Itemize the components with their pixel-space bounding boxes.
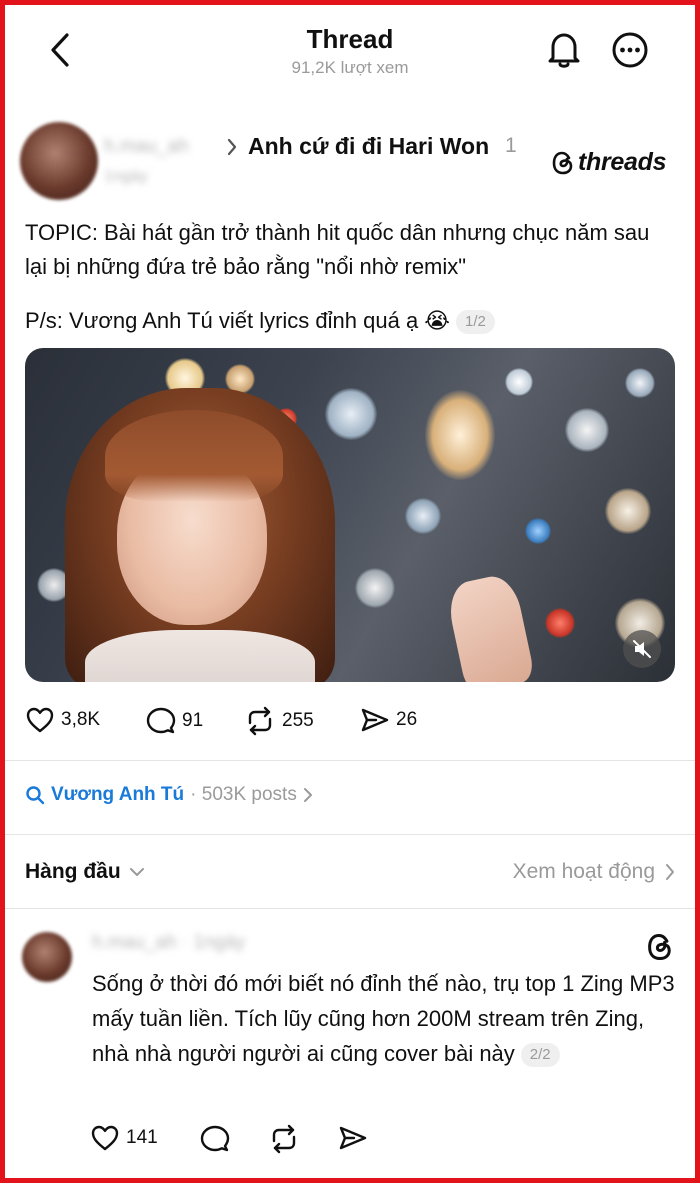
reply-avatar[interactable]: [22, 932, 72, 982]
more-icon: [612, 32, 648, 68]
share-icon: [339, 1126, 367, 1150]
like-button[interactable]: 3,8K: [25, 706, 100, 734]
reply-username-blurred: h.mau_ah · 1ngày: [92, 932, 246, 953]
tag-name: Vương Anh Tú: [51, 784, 185, 805]
search-icon: [26, 786, 45, 805]
share-button[interactable]: 26: [360, 706, 417, 734]
share-count: 26: [396, 709, 418, 730]
repost-count: 255: [282, 710, 314, 731]
notifications-button[interactable]: [542, 28, 586, 72]
post-ps-text: P/s: Vương Anh Tú viết lyrics đỉnh quá ạ…: [25, 308, 450, 333]
author-username-blurred: h.mau_ah: [104, 136, 189, 157]
threads-wordmark: threads: [578, 148, 667, 176]
sort-dropdown[interactable]: Hàng đầu: [25, 860, 145, 884]
heart-icon: [91, 1125, 119, 1151]
woman-bangs: [105, 410, 283, 502]
hanging-bulb: [425, 390, 495, 480]
threads-watermark: [646, 932, 674, 967]
comment-icon: [200, 1125, 230, 1152]
page-badge: 2/2: [520, 1043, 560, 1068]
top-bar: Thread 91,2K lượt xem: [0, 0, 700, 100]
reply-body: Sống ở thời đó mới biết nó đỉnh thế nào,…: [92, 966, 682, 1071]
bell-icon: [548, 33, 580, 68]
tag-link[interactable]: Vương Anh Tú · 503K posts: [25, 784, 313, 806]
view-activity-label: Xem hoạt động: [512, 860, 655, 883]
page-badge: 1/2: [456, 310, 495, 335]
bokeh-light: [565, 408, 609, 452]
repost-icon: [272, 1124, 296, 1154]
sort-label: Hàng đầu: [25, 860, 121, 883]
mute-button[interactable]: [623, 630, 661, 668]
post-body-ps: P/s: Vương Anh Tú viết lyrics đỉnh quá ạ…: [25, 304, 665, 338]
topic-count: 1: [505, 134, 517, 157]
threads-watermark: threads: [551, 148, 667, 177]
repost-button[interactable]: 255: [244, 706, 314, 736]
threads-logo-icon: [552, 151, 573, 174]
share-icon: [361, 708, 389, 732]
bokeh-light: [405, 498, 441, 534]
bokeh-light: [605, 488, 651, 534]
mute-icon: [633, 640, 651, 658]
bokeh-light: [545, 608, 575, 638]
post-video[interactable]: [25, 348, 675, 682]
woman-hand: [444, 571, 536, 682]
post-body: TOPIC: Bài hát gần trở thành hit quốc dâ…: [25, 220, 650, 279]
chevron-down-icon: [129, 868, 144, 876]
like-count: 3,8K: [61, 709, 101, 730]
post-time-blurred: 1ngày: [104, 168, 148, 185]
bokeh-light: [625, 368, 655, 398]
comment-icon: [146, 707, 176, 734]
tag-post-count: · 503K posts: [190, 784, 297, 805]
reply-like-button[interactable]: 141: [90, 1124, 158, 1152]
reply-repost-button[interactable]: [268, 1124, 300, 1154]
comment-button[interactable]: 91: [146, 706, 203, 736]
chevron-right-icon: [227, 138, 237, 156]
comment-count: 91: [182, 710, 204, 731]
divider: [0, 908, 700, 909]
author-avatar[interactable]: [20, 122, 98, 200]
chevron-right-icon: [303, 788, 312, 802]
reply-sort-row: Hàng đầu Xem hoạt động: [25, 858, 675, 890]
view-count: 91,2K lượt xem: [291, 58, 409, 77]
bokeh-light: [525, 518, 551, 544]
topic-link[interactable]: Anh cứ đi đi Hari Won: [248, 133, 489, 160]
page-title: Thread: [306, 24, 394, 54]
woman-shoulder: [85, 630, 315, 682]
reply-like-count: 141: [126, 1127, 158, 1148]
chevron-right-icon: [666, 864, 674, 880]
threads-logo-icon: [648, 933, 671, 961]
bokeh-light: [505, 368, 533, 396]
bokeh-light: [325, 388, 377, 440]
bokeh-light: [355, 568, 395, 608]
divider: [0, 760, 700, 761]
repost-icon: [248, 706, 272, 736]
view-activity-link[interactable]: Xem hoạt động: [513, 860, 675, 884]
divider: [0, 834, 700, 835]
reply-text: Sống ở thời đó mới biết nó đỉnh thế nào,…: [92, 971, 675, 1066]
reply-comment-button[interactable]: [200, 1124, 230, 1154]
more-options-button[interactable]: [608, 28, 652, 72]
reply-share-button[interactable]: [338, 1124, 368, 1152]
heart-icon: [26, 707, 54, 733]
